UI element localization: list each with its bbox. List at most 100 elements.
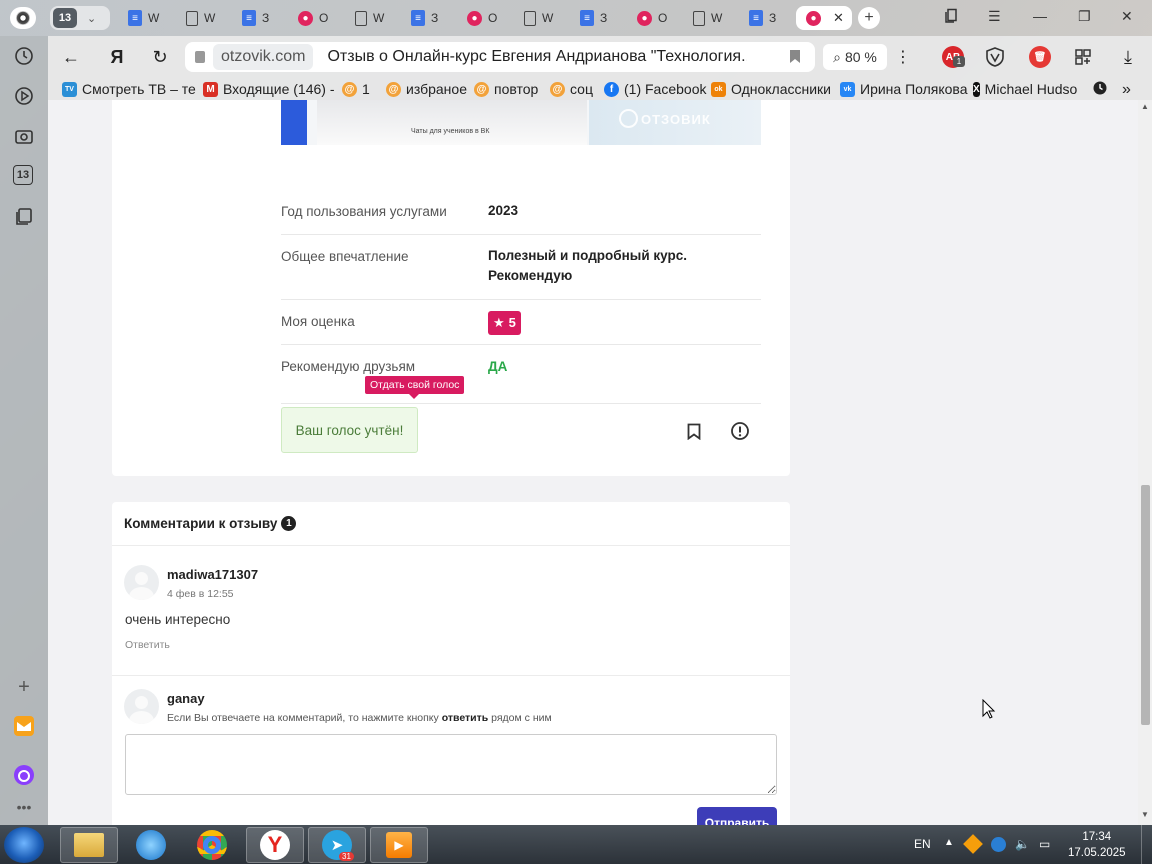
avatar[interactable] bbox=[124, 565, 159, 600]
photo-caption: Чаты для учеников в ВК bbox=[411, 128, 490, 135]
bookmark-item[interactable]: @ повтор bbox=[474, 81, 538, 97]
bookmark-item[interactable]: @ избраное bbox=[386, 81, 467, 97]
more-bookmarks-icon[interactable]: » bbox=[1122, 81, 1131, 99]
taskbar-explorer[interactable] bbox=[60, 827, 118, 863]
recommend-value: ДА bbox=[488, 359, 508, 374]
close-tab-icon[interactable]: ✕ bbox=[833, 10, 844, 26]
add-panel-icon[interactable]: + bbox=[13, 676, 35, 698]
tab-11[interactable]: W bbox=[693, 6, 722, 30]
taskbar-media[interactable]: ▶ bbox=[370, 827, 428, 863]
lock-icon[interactable] bbox=[195, 51, 205, 63]
tab-3[interactable]: ≡ З bbox=[242, 6, 269, 30]
tab-manager-icon[interactable] bbox=[944, 8, 960, 27]
tab-group-button[interactable]: 13 ⌄ bbox=[50, 6, 110, 30]
new-tab-button[interactable]: + bbox=[858, 7, 880, 29]
close-window-icon[interactable]: ✕ bbox=[1121, 8, 1133, 25]
avatar[interactable] bbox=[124, 689, 159, 724]
mail-app-icon[interactable] bbox=[13, 715, 35, 737]
bookmark-item[interactable]: ok Одноклассники bbox=[711, 81, 831, 97]
otzovik-icon: ● bbox=[637, 10, 652, 26]
bookmark-item[interactable]: f (1) Facebook bbox=[604, 81, 706, 97]
bookmark-item[interactable]: X Michael Hudso bbox=[973, 81, 1077, 97]
start-button[interactable] bbox=[4, 827, 44, 863]
yandex-button[interactable]: Я bbox=[105, 45, 129, 69]
more-icon[interactable]: ••• bbox=[13, 796, 35, 818]
vpn-extension-icon[interactable] bbox=[984, 46, 1006, 68]
zoom-icon: ⌕ bbox=[833, 48, 841, 65]
review-photo[interactable]: Чаты для учеников в ВК ОТЗОВИК bbox=[281, 100, 761, 145]
tab-1[interactable]: ≡ W bbox=[128, 6, 159, 30]
bookmark-label: соц bbox=[570, 81, 593, 97]
tray-app-icon[interactable] bbox=[963, 834, 983, 854]
taskbar-yandex[interactable]: Y bbox=[246, 827, 304, 863]
browser-logo-icon[interactable] bbox=[10, 7, 36, 29]
tab-2[interactable]: W bbox=[186, 6, 215, 30]
more-options-icon[interactable]: ⋮ bbox=[891, 45, 915, 69]
action-center-icon[interactable]: ▭ bbox=[1039, 837, 1050, 851]
camera-icon[interactable] bbox=[13, 125, 35, 147]
reply-link[interactable]: Ответить bbox=[125, 639, 170, 651]
globe-icon bbox=[136, 830, 166, 860]
tab-active[interactable]: ● ✕ bbox=[796, 6, 852, 30]
history-icon[interactable] bbox=[13, 45, 35, 67]
comments-heading: Комментарии к отзыву 1 bbox=[124, 516, 297, 531]
otzovik-icon: ● bbox=[298, 10, 313, 26]
tab-8[interactable]: W bbox=[524, 6, 553, 30]
minimize-icon[interactable]: — bbox=[1033, 8, 1047, 24]
taskbar-telegram[interactable]: ➤ 31 bbox=[308, 827, 366, 863]
collections-icon[interactable] bbox=[13, 205, 35, 227]
taskbar-ie[interactable] bbox=[122, 827, 180, 863]
tray-arrow-icon[interactable]: ▲ bbox=[944, 837, 954, 848]
language-indicator[interactable]: EN bbox=[914, 837, 931, 851]
trash-extension-icon[interactable]: 🗑 bbox=[1029, 46, 1051, 68]
back-button[interactable]: ← bbox=[59, 45, 83, 69]
bookmark-item[interactable]: vk Ирина Полякова bbox=[840, 81, 968, 97]
tab-7[interactable]: ● О bbox=[467, 6, 497, 30]
tab-label: О bbox=[319, 11, 329, 25]
report-icon[interactable] bbox=[729, 420, 751, 442]
tabs-count-icon[interactable]: 13 bbox=[13, 165, 33, 185]
alice-icon[interactable] bbox=[13, 764, 35, 786]
bookmark-item[interactable]: TV Смотреть ТВ – те bbox=[62, 81, 196, 97]
volume-icon[interactable]: 🔈 bbox=[1015, 837, 1030, 851]
scrollbar[interactable]: ▲ ▼ bbox=[1138, 100, 1152, 825]
tray-network-icon[interactable] bbox=[991, 837, 1006, 852]
show-desktop-button[interactable] bbox=[1141, 825, 1152, 864]
yandex-icon: Y bbox=[260, 830, 290, 860]
address-bar[interactable]: otzovik.com Отзыв о Онлайн-курс Евгения … bbox=[185, 42, 815, 72]
domain-chip[interactable]: otzovik.com bbox=[213, 44, 314, 70]
bookmark-label: Смотреть ТВ – те bbox=[82, 81, 196, 97]
bookmark-label: Ирина Полякова bbox=[860, 81, 968, 97]
scroll-thumb[interactable] bbox=[1141, 485, 1150, 725]
download-icon[interactable]: ⤓ bbox=[1116, 45, 1140, 69]
bookmark-item[interactable]: @ соц bbox=[550, 81, 593, 97]
clock-bookmark-icon[interactable] bbox=[1093, 81, 1107, 95]
menu-icon[interactable]: ☰ bbox=[988, 8, 1001, 25]
play-icon[interactable] bbox=[13, 85, 35, 107]
zoom-button[interactable]: ⌕ 80 % bbox=[823, 44, 887, 70]
extensions-icon[interactable] bbox=[1072, 46, 1094, 68]
bookmark-item[interactable]: M Входящие (146) - bbox=[203, 81, 335, 97]
scroll-up-icon[interactable]: ▲ bbox=[1141, 102, 1149, 111]
bookmark-icon[interactable] bbox=[789, 49, 801, 67]
reload-button[interactable]: ↻ bbox=[148, 45, 172, 69]
otzovik-icon: ● bbox=[806, 10, 821, 26]
bookmark-item[interactable]: @1 bbox=[342, 81, 370, 97]
restore-icon[interactable]: ❐ bbox=[1078, 8, 1091, 25]
tab-12[interactable]: ≡ З bbox=[749, 6, 776, 30]
tab-5[interactable]: W bbox=[355, 6, 384, 30]
watermark-logo-icon bbox=[619, 109, 638, 128]
tab-6[interactable]: ≡ З bbox=[411, 6, 438, 30]
comment-textarea[interactable] bbox=[125, 734, 777, 795]
taskbar-chrome[interactable] bbox=[183, 827, 241, 863]
tab-10[interactable]: ● О bbox=[637, 6, 667, 30]
system-clock[interactable]: 17:34 17.05.2025 bbox=[1068, 829, 1126, 861]
comment-author[interactable]: madiwa171307 bbox=[167, 567, 258, 582]
taskbar: Y ➤ 31 ▶ EN ▲ 🔈 ▭ 17:34 17.05.2025 bbox=[0, 825, 1152, 864]
tab-9[interactable]: ≡ З bbox=[580, 6, 607, 30]
bookmark-review-icon[interactable] bbox=[683, 420, 705, 442]
send-button[interactable]: Отправить bbox=[697, 807, 777, 825]
prop-label: Рекомендую друзьям bbox=[281, 359, 416, 374]
tab-4[interactable]: ● О bbox=[298, 6, 328, 30]
scroll-down-icon[interactable]: ▼ bbox=[1141, 810, 1149, 819]
